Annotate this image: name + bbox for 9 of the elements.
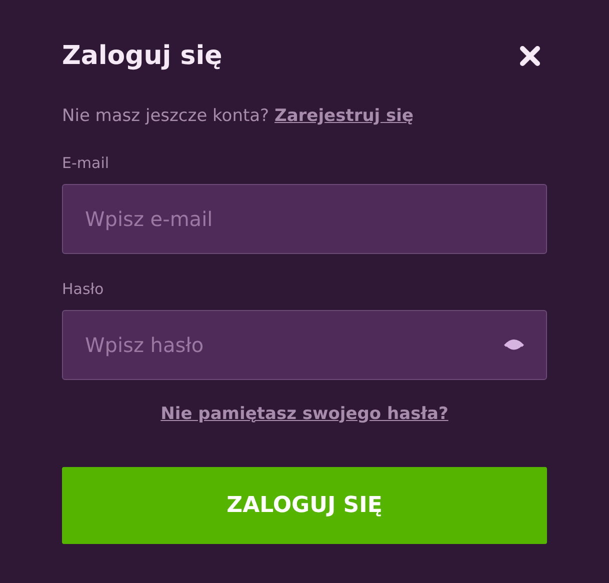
field-label: E-mail: [62, 152, 110, 172]
email-field[interactable]: Wpisz e-mail: [62, 184, 547, 254]
forgot-password-link[interactable]: Nie pamiętasz swojego hasła?: [160, 402, 448, 427]
dialog-title: Zaloguj się: [62, 40, 222, 72]
password-field[interactable]: Wpisz hasło: [62, 310, 547, 380]
eye-icon: [503, 336, 525, 352]
field-label: Hasło: [62, 278, 105, 298]
register-prompt: Nie masz jeszcze konta? Zarejestruj się: [62, 105, 415, 128]
register-link[interactable]: Zarejestruj się: [274, 106, 414, 126]
